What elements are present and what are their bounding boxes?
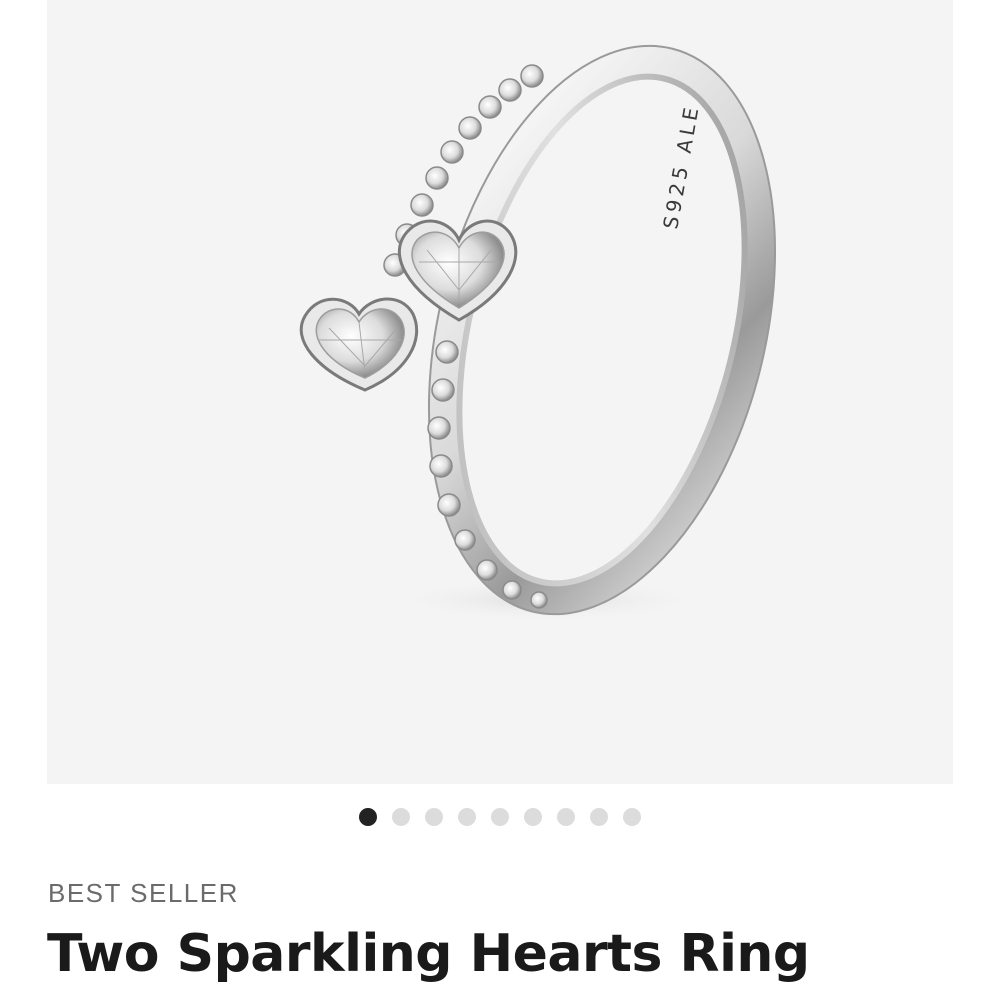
gallery-dot[interactable] [491,808,509,826]
gallery-dot[interactable] [524,808,542,826]
gallery-dot[interactable] [458,808,476,826]
next-image-button[interactable] [935,318,953,388]
product-page: S925 ALE BEST SELLER Two Sparkling Heart… [0,0,1000,1000]
gallery-dot[interactable] [359,808,377,826]
gallery-pagination [0,806,1000,828]
product-image: S925 ALE [299,44,777,622]
gallery-dot[interactable] [557,808,575,826]
best-seller-badge: BEST SELLER [48,878,239,908]
gallery-dot[interactable] [392,808,410,826]
engraving-text: S925 ALE [658,102,704,231]
gallery-dot[interactable] [590,808,608,826]
product-title: Two Sparkling Hearts Ring [47,924,810,984]
product-image-gallery[interactable]: S925 ALE [47,0,953,784]
gallery-dot[interactable] [425,808,443,826]
chevron-right-icon [950,328,953,378]
gallery-dot[interactable] [623,808,641,826]
